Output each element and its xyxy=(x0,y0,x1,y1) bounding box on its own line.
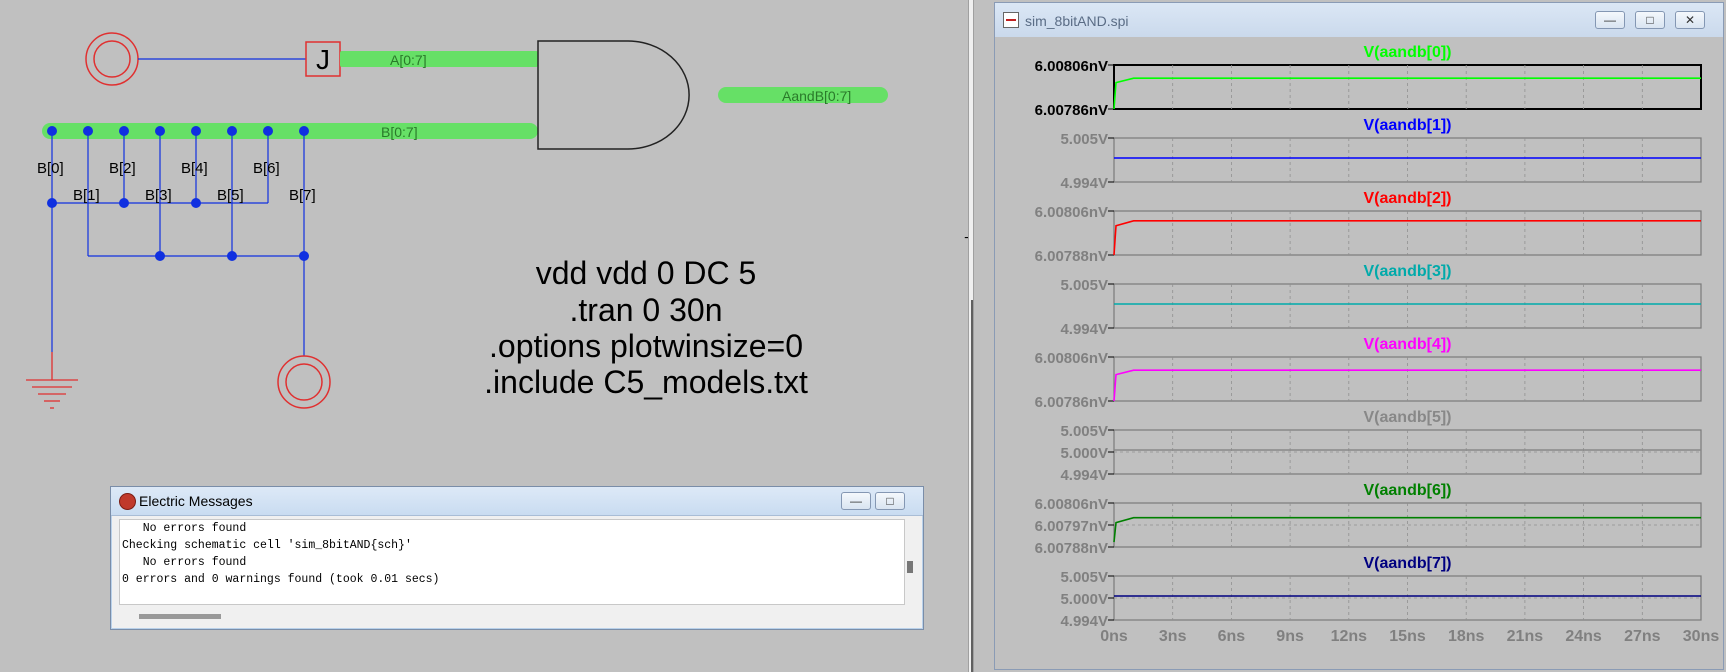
vertical-scrollbar[interactable] xyxy=(905,519,917,603)
spice-line-2: .tran 0 30n xyxy=(570,292,723,328)
waveform-app-icon xyxy=(1003,12,1019,28)
y-tick-label: 4.994V xyxy=(1060,321,1108,338)
y-tick-label: 6.00788nV xyxy=(1035,248,1108,265)
messages-window[interactable]: Electric Messages — □ No errors found Ch… xyxy=(110,486,924,630)
x-tick-label: 24ns xyxy=(1565,628,1602,645)
tap-label-b4: B[4] xyxy=(181,160,208,177)
maximize-icon: □ xyxy=(1646,13,1654,27)
log-line: No errors found xyxy=(122,556,247,569)
y-tick-label: 4.994V xyxy=(1060,175,1108,192)
waveform-minimize-button[interactable]: — xyxy=(1595,11,1625,29)
tap-label-b6: B[6] xyxy=(253,160,280,177)
x-tick-label: 6ns xyxy=(1218,628,1246,645)
spice-line-4: .include C5_models.txt xyxy=(484,364,808,400)
trace-line xyxy=(1113,77,1701,110)
tap-label-b7: B[7] xyxy=(289,187,316,204)
y-tick-label: 6.00806nV xyxy=(1035,496,1108,513)
bus-out-label: AandB[0:7] xyxy=(782,88,851,104)
y-tick-label: 5.000V xyxy=(1060,591,1108,608)
waveform-maximize-button[interactable]: □ xyxy=(1635,11,1665,29)
y-tick-label: 6.00786nV xyxy=(1035,394,1108,411)
spice-line-1: vdd vdd 0 DC 5 xyxy=(536,255,757,291)
horizontal-scroll-thumb[interactable] xyxy=(139,614,221,619)
y-tick-label: 5.005V xyxy=(1060,569,1108,586)
source-b-symbol[interactable] xyxy=(277,355,331,409)
y-tick-label: 5.005V xyxy=(1060,131,1108,148)
close-icon: ✕ xyxy=(1684,13,1696,27)
bus-b-label: B[0:7] xyxy=(381,124,418,140)
trace-line xyxy=(1113,369,1701,402)
tap-label-b1: B[1] xyxy=(73,187,100,204)
x-tick-label: 3ns xyxy=(1159,628,1187,645)
tap-label-b2: B[2] xyxy=(109,160,136,177)
maximize-icon: □ xyxy=(886,494,894,508)
source-letter: J xyxy=(316,44,330,75)
waveform-window[interactable]: sim_8bitAND.spi — □ ✕ V(aandb[0]) 6.00806… xyxy=(994,2,1724,670)
plot-title: V(aandb[6]) xyxy=(1364,482,1452,499)
y-tick-label: 5.005V xyxy=(1060,277,1108,294)
x-tick-label: 30ns xyxy=(1683,628,1720,645)
y-tick-label: 5.000V xyxy=(1060,445,1108,462)
x-tick-label: 21ns xyxy=(1507,628,1544,645)
waveform-plots[interactable]: V(aandb[0]) 6.00806nV 6.00786nV V(aandb[1])… xyxy=(995,37,1723,669)
plot-title: V(aandb[3]) xyxy=(1364,263,1452,280)
log-line: No errors found xyxy=(122,522,247,535)
plot-title: V(aandb[0]) xyxy=(1364,44,1452,61)
messages-log[interactable]: No errors found Checking schematic cell … xyxy=(119,519,905,605)
x-tick-label: 0ns xyxy=(1100,628,1128,645)
log-line: 0 errors and 0 warnings found (took 0.01… xyxy=(122,573,440,586)
electric-app-icon xyxy=(119,493,136,510)
waveform-close-button[interactable]: ✕ xyxy=(1675,11,1705,29)
minimize-icon: — xyxy=(850,494,862,508)
x-tick-label: 18ns xyxy=(1448,628,1485,645)
tap-label-b3: B[3] xyxy=(145,187,172,204)
x-tick-label: 12ns xyxy=(1331,628,1368,645)
y-tick-label: 6.00786nV xyxy=(1035,102,1108,119)
plot-title: V(aandb[4]) xyxy=(1364,336,1452,353)
pane-divider[interactable] xyxy=(968,0,974,672)
x-tick-label: 27ns xyxy=(1624,628,1661,645)
waveform-title: sim_8bitAND.spi xyxy=(1025,13,1129,29)
ground-icon[interactable] xyxy=(26,352,78,409)
plot-title: V(aandb[2]) xyxy=(1364,190,1452,207)
log-line: Checking schematic cell 'sim_8bitAND{sch… xyxy=(122,539,412,552)
bus-a-label: A[0:7] xyxy=(390,52,427,68)
maximize-button[interactable]: □ xyxy=(875,492,905,510)
tap-label-b5: B[5] xyxy=(217,187,244,204)
bus-a[interactable] xyxy=(340,51,538,67)
horizontal-scrollbar[interactable] xyxy=(119,609,903,623)
minimize-icon: — xyxy=(1604,13,1616,27)
messages-title: Electric Messages xyxy=(139,493,253,509)
y-tick-label: 6.00797nV xyxy=(1035,518,1108,535)
plot-title: V(aandb[1]) xyxy=(1364,117,1452,134)
y-tick-label: 6.00806nV xyxy=(1035,204,1108,221)
source-a-symbol[interactable] xyxy=(85,32,139,86)
and-gate[interactable] xyxy=(537,40,690,150)
messages-titlebar[interactable]: Electric Messages — □ xyxy=(111,487,923,516)
y-tick-label: 6.00806nV xyxy=(1035,58,1108,75)
y-tick-label: 6.00788nV xyxy=(1035,540,1108,557)
y-tick-label: 4.994V xyxy=(1060,467,1108,484)
divider-handle[interactable] xyxy=(971,300,973,672)
bus-b[interactable] xyxy=(42,123,538,139)
waveform-titlebar[interactable]: sim_8bitAND.spi — □ ✕ xyxy=(995,3,1723,37)
minimize-button[interactable]: — xyxy=(841,492,871,510)
y-tick-label: 5.005V xyxy=(1060,423,1108,440)
plot-title: V(aandb[7]) xyxy=(1364,555,1452,572)
y-tick-label: 6.00806nV xyxy=(1035,350,1108,367)
spice-line-3: .options plotwinsize=0 xyxy=(489,328,803,364)
x-tick-label: 9ns xyxy=(1276,628,1304,645)
vertical-scroll-thumb[interactable] xyxy=(907,561,913,573)
plot-title: V(aandb[5]) xyxy=(1364,409,1452,426)
tap-label-b0: B[0] xyxy=(37,160,64,177)
x-tick-label: 15ns xyxy=(1389,628,1426,645)
